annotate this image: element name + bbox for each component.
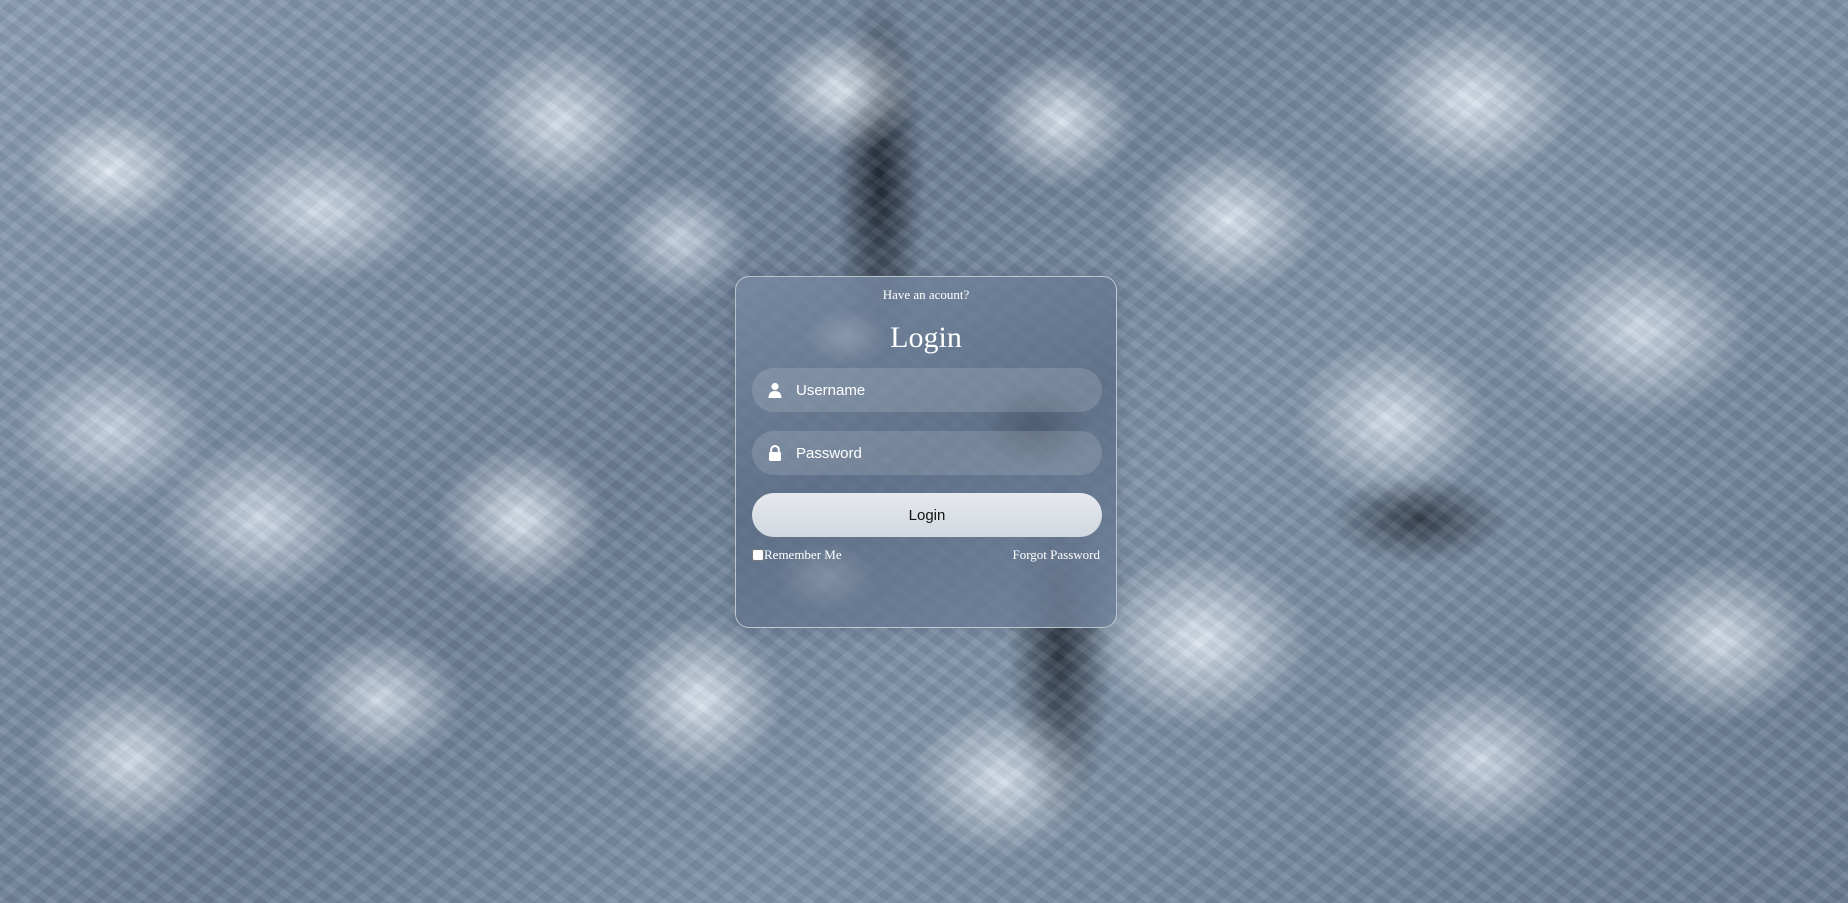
forgot-password-link[interactable]: Forgot Password bbox=[1012, 547, 1100, 563]
login-card: Have an acount? Login Login Remember Me … bbox=[735, 276, 1117, 628]
remember-me-label: Remember Me bbox=[764, 547, 842, 562]
password-input[interactable] bbox=[784, 430, 1102, 476]
username-input[interactable] bbox=[784, 367, 1102, 413]
remember-me[interactable]: Remember Me bbox=[752, 547, 842, 563]
username-field bbox=[752, 367, 1102, 413]
have-account-prompt: Have an acount? bbox=[882, 287, 970, 302]
remember-me-checkbox[interactable] bbox=[752, 549, 764, 561]
user-icon bbox=[766, 381, 784, 399]
login-button[interactable]: Login bbox=[752, 493, 1102, 537]
lock-icon bbox=[766, 444, 784, 462]
password-field bbox=[752, 430, 1102, 476]
login-title: Login bbox=[890, 321, 962, 354]
